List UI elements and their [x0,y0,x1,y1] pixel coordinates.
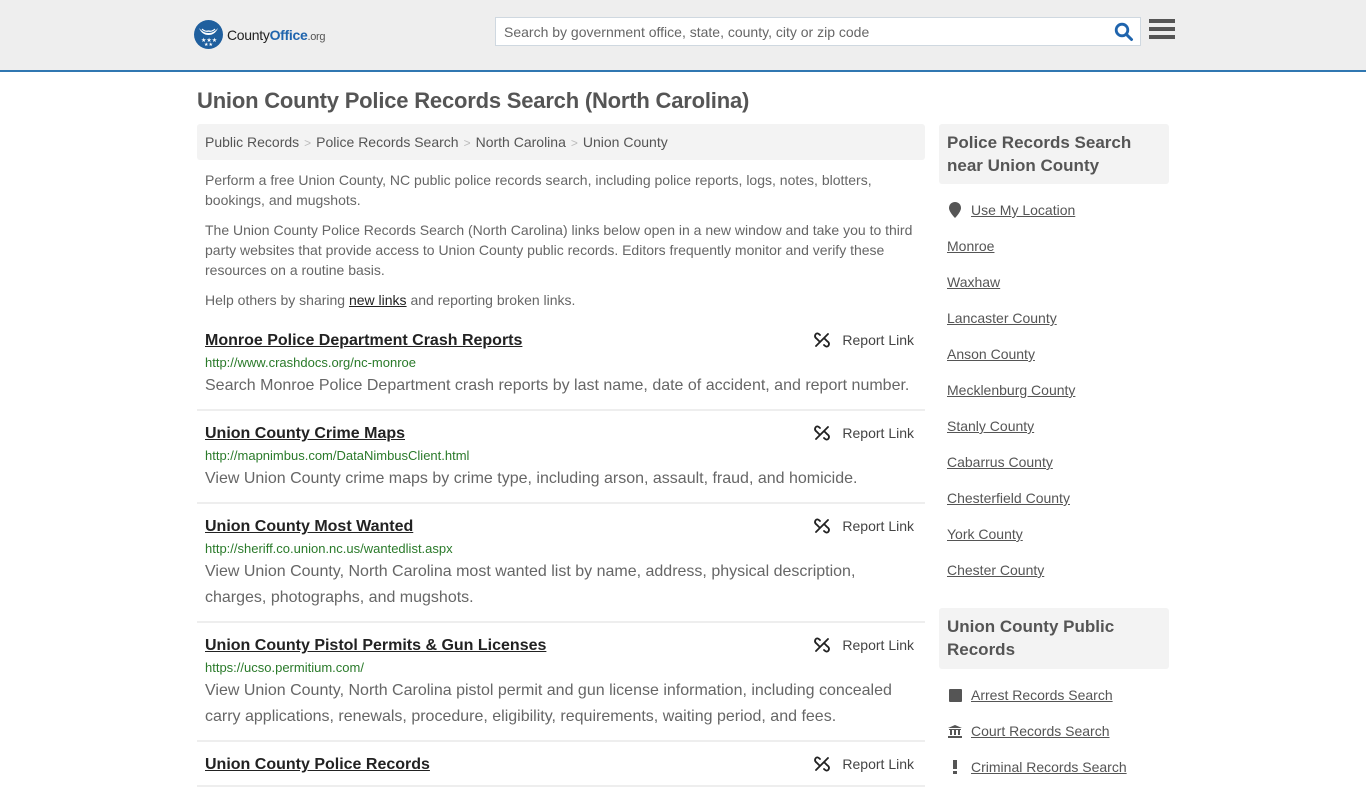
breadcrumb-public-records[interactable]: Public Records [205,134,299,150]
criminal-records-link[interactable]: Criminal Records Search [947,749,1169,785]
result-url: http://www.crashdocs.org/nc-monroe [205,355,416,370]
report-link-button[interactable]: Report Link [814,332,914,348]
site-header: ★★★ ★★ CountyOffice.org [0,0,1366,72]
result-title-link[interactable]: Union County Pistol Permits & Gun Licens… [205,636,546,656]
search-input[interactable] [496,18,1106,45]
broken-link-icon [814,332,831,348]
search-icon [1114,22,1133,41]
logo-office: Office [269,26,308,43]
result-title-link[interactable]: Monroe Police Department Crash Reports [205,331,522,351]
result-description: View Union County crime maps by crime ty… [205,470,858,487]
result-item: Union County Police Records Report Link [197,751,925,787]
menu-bar [1149,19,1175,23]
intro-paragraph-1: Perform a free Union County, NC public p… [205,172,872,208]
search-box [495,17,1141,46]
logo-county: County [227,26,270,43]
breadcrumb-north-carolina[interactable]: North Carolina [476,134,566,150]
breadcrumb: Public Records > Police Records Search > Nor… [197,124,925,160]
arrest-records-label: Arrest Records Search [971,687,1113,703]
menu-bar [1149,35,1175,39]
report-link-button[interactable]: Report Link [814,518,914,534]
nearby-link-anson-county[interactable]: Anson County [947,336,1169,372]
nearby-link-york-county[interactable]: York County [947,516,1169,552]
new-links-link[interactable]: new links [349,292,407,308]
exclamation-icon [947,760,963,774]
square-icon [947,688,963,702]
nearby-link-monroe[interactable]: Monroe [947,228,1169,264]
nearby-link-waxhaw[interactable]: Waxhaw [947,264,1169,300]
broken-link-icon [814,425,831,441]
result-url: https://ucso.permitium.com/ [205,660,364,675]
nearby-link-chesterfield-county[interactable]: Chesterfield County [947,480,1169,516]
intro-text: Perform a free Union County, NC public p… [205,170,920,320]
report-link-label: Report Link [842,332,914,348]
result-description: View Union County, North Carolina pistol… [205,682,892,725]
intro-paragraph-2: The Union County Police Records Search (… [205,222,913,278]
breadcrumb-separator: > [570,136,578,150]
nearby-link-cabarrus-county[interactable]: Cabarrus County [947,444,1169,480]
search-button[interactable] [1114,22,1134,42]
result-item: Union County Most Wanted Report Link htt… [197,513,925,623]
breadcrumb-police-records-search[interactable]: Police Records Search [316,134,458,150]
use-my-location-label: Use My Location [971,202,1076,218]
nearby-heading-box: Police Records Search near Union County [939,124,1169,184]
page-title: Union County Police Records Search (Nort… [197,88,750,113]
report-link-button[interactable]: Report Link [814,425,914,441]
site-logo[interactable]: ★★★ ★★ CountyOffice.org [194,20,326,49]
public-records-heading-box: Union County Public Records [939,608,1169,669]
criminal-records-label: Criminal Records Search [971,759,1127,775]
breadcrumb-separator: > [304,136,312,150]
public-records-list: Arrest Records Search Court Records Sear… [947,677,1169,785]
logo-tld: .org [307,30,326,43]
intro-paragraph-3: Help others by sharing new links and rep… [205,290,920,310]
result-url: http://mapnimbus.com/DataNimbusClient.ht… [205,448,470,463]
logo-text: CountyOffice.org [227,26,326,43]
breadcrumb-separator: > [463,136,471,150]
court-records-label: Court Records Search [971,723,1110,739]
broken-link-icon [814,756,831,772]
court-records-link[interactable]: Court Records Search [947,713,1169,749]
results-list: Monroe Police Department Crash Reports R… [197,327,925,796]
broken-link-icon [814,518,831,534]
nearby-link-mecklenburg-county[interactable]: Mecklenburg County [947,372,1169,408]
arrest-records-link[interactable]: Arrest Records Search [947,677,1169,713]
report-link-button[interactable]: Report Link [814,756,914,772]
report-link-label: Report Link [842,756,914,772]
nearby-link-stanly-county[interactable]: Stanly County [947,408,1169,444]
nearby-list: Use My Location Monroe Waxhaw Lancaster … [947,192,1169,588]
result-item: Union County Pistol Permits & Gun Licens… [197,632,925,742]
courthouse-icon [947,724,963,738]
breadcrumb-union-county[interactable]: Union County [583,134,668,150]
svg-text:★★: ★★ [204,42,213,48]
report-link-button[interactable]: Report Link [814,637,914,653]
result-title-link[interactable]: Union County Police Records [205,755,430,775]
intro-text-after: and reporting broken links. [406,292,576,308]
result-description: View Union County, North Carolina most w… [205,563,856,606]
broken-link-icon [814,637,831,653]
report-link-label: Report Link [842,518,914,534]
report-link-label: Report Link [842,425,914,441]
result-item: Monroe Police Department Crash Reports R… [197,327,925,411]
eagle-logo-icon: ★★★ ★★ [194,20,223,49]
nearby-link-chester-county[interactable]: Chester County [947,552,1169,588]
result-item: Union County Crime Maps Report Link http… [197,420,925,504]
result-url: http://sheriff.co.union.nc.us/wantedlist… [205,541,453,556]
result-title-link[interactable]: Union County Most Wanted [205,517,413,537]
nearby-link-lancaster-county[interactable]: Lancaster County [947,300,1169,336]
nearby-heading: Police Records Search near Union County [947,133,1132,175]
result-title-link[interactable]: Union County Crime Maps [205,424,405,444]
intro-text-before: Help others by sharing [205,292,349,308]
menu-bar [1149,27,1175,31]
hamburger-menu-button[interactable] [1149,19,1175,43]
use-my-location-link[interactable]: Use My Location [947,192,1169,228]
public-records-heading: Union County Public Records [947,617,1115,659]
map-marker-icon [947,202,963,218]
report-link-label: Report Link [842,637,914,653]
result-description: Search Monroe Police Department crash re… [205,377,910,394]
